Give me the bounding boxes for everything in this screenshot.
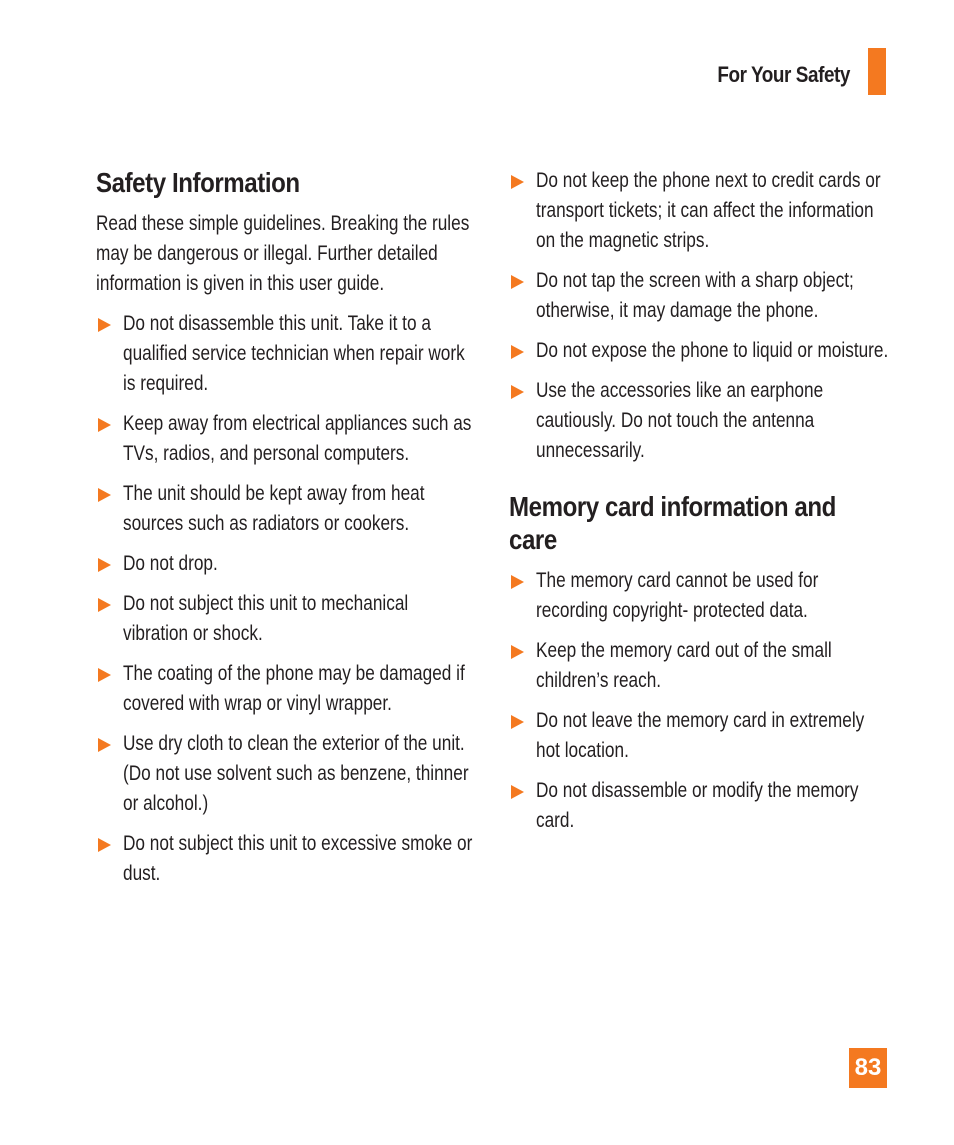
list-item: Do not disassemble or modify the memory … — [509, 776, 889, 836]
list-item: Use the accessories like an earphone cau… — [509, 376, 889, 466]
page-number: 83 — [849, 1048, 887, 1088]
memory-card-heading: Memory card information and care — [509, 491, 836, 555]
list-item: Do not subject this unit to mechanical v… — [96, 589, 476, 649]
header-accent-bar — [868, 48, 886, 95]
list-item: Keep away from electrical appliances suc… — [96, 409, 476, 469]
bullet-arrow-icon — [98, 668, 111, 682]
bullet-arrow-icon — [511, 385, 524, 399]
safety-list: Do not disassemble this unit. Take it to… — [96, 309, 476, 889]
list-item: Do not expose the phone to liquid or moi… — [509, 336, 889, 366]
left-column: Safety Information Read these simple gui… — [96, 166, 476, 899]
bullet-arrow-icon — [98, 598, 111, 612]
list-item: The coating of the phone may be damaged … — [96, 659, 476, 719]
safety-intro: Read these simple guidelines. Breaking t… — [96, 212, 470, 295]
bullet-arrow-icon — [511, 785, 524, 799]
safety-list-continued: Do not keep the phone next to credit car… — [509, 166, 889, 466]
bullet-arrow-icon — [511, 175, 524, 189]
list-item: Use dry cloth to clean the exterior of t… — [96, 729, 476, 819]
list-item: The memory card cannot be used for recor… — [509, 566, 889, 626]
bullet-arrow-icon — [511, 275, 524, 289]
memory-list: The memory card cannot be used for recor… — [509, 566, 889, 836]
list-item: Do not leave the memory card in extremel… — [509, 706, 889, 766]
bullet-arrow-icon — [511, 575, 524, 589]
bullet-arrow-icon — [511, 645, 524, 659]
right-column: Do not keep the phone next to credit car… — [509, 166, 889, 846]
list-item: Do not tap the screen with a sharp objec… — [509, 266, 889, 326]
list-item: Do not drop. — [96, 549, 476, 579]
list-item: The unit should be kept away from heat s… — [96, 479, 476, 539]
section-header-title: For Your Safety — [717, 62, 850, 87]
list-item: Keep the memory card out of the small ch… — [509, 636, 889, 696]
bullet-arrow-icon — [98, 418, 111, 432]
bullet-arrow-icon — [511, 715, 524, 729]
list-item: Do not subject this unit to excessive sm… — [96, 829, 476, 889]
bullet-arrow-icon — [98, 488, 111, 502]
bullet-arrow-icon — [511, 345, 524, 359]
list-item: Do not keep the phone next to credit car… — [509, 166, 889, 256]
bullet-arrow-icon — [98, 838, 111, 852]
bullet-arrow-icon — [98, 738, 111, 752]
bullet-arrow-icon — [98, 318, 111, 332]
list-item: Do not disassemble this unit. Take it to… — [96, 309, 476, 399]
safety-information-heading: Safety Information — [96, 167, 300, 198]
bullet-arrow-icon — [98, 558, 111, 572]
